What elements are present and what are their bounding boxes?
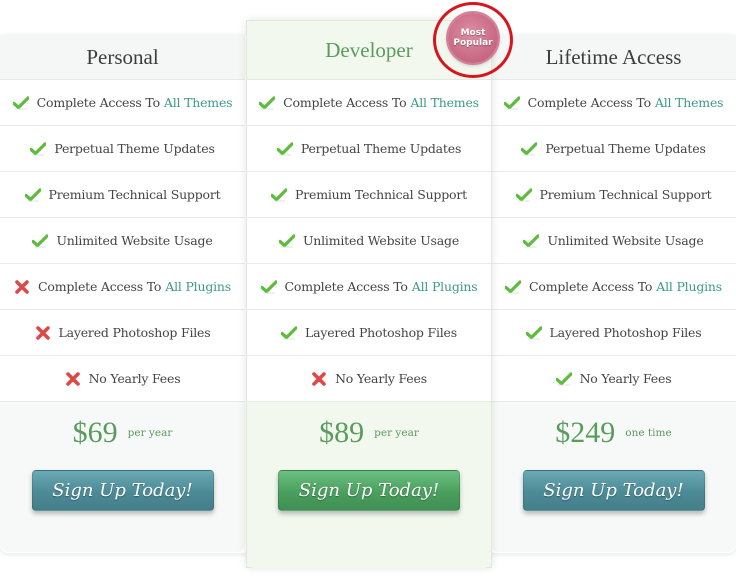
most-popular-badge: Most Popular bbox=[433, 2, 513, 78]
feature-row: Premium Technical Support bbox=[491, 172, 736, 218]
badge-seal: Most Popular bbox=[448, 13, 498, 63]
feature-row: Unlimited Website Usage bbox=[491, 218, 736, 264]
feature-text: Perpetual Theme Updates bbox=[54, 141, 215, 156]
feature-text: Unlimited Website Usage bbox=[547, 233, 704, 248]
feature-text: Premium Technical Support bbox=[48, 187, 221, 202]
feature-text: Perpetual Theme Updates bbox=[300, 141, 462, 156]
feature-row: Perpetual Theme Updates bbox=[247, 126, 491, 172]
checkmark-icon bbox=[23, 187, 42, 202]
checkmark-icon bbox=[12, 95, 30, 110]
feature-link[interactable]: All Themes bbox=[410, 95, 479, 110]
checkmark-icon bbox=[31, 233, 50, 248]
feature-text: Complete Access To bbox=[527, 95, 651, 110]
checkmark-icon bbox=[258, 95, 276, 110]
checkmark-icon bbox=[554, 371, 573, 386]
checkmark-icon bbox=[270, 187, 288, 202]
checkmark-icon bbox=[503, 95, 521, 110]
feature-text: Complete Access To bbox=[36, 95, 160, 110]
feature-row: Premium Technical Support bbox=[0, 172, 245, 218]
feature-text: No Yearly Fees bbox=[335, 371, 427, 386]
sign-up-button[interactable]: Sign Up Today! bbox=[522, 470, 705, 511]
feature-text: Unlimited Website Usage bbox=[56, 233, 213, 248]
feature-row: Complete Access To All Themes bbox=[491, 80, 736, 126]
feature-row: Perpetual Theme Updates bbox=[0, 126, 245, 172]
plan-developer: Developer Complete Access To All Themes Pe… bbox=[246, 20, 492, 568]
feature-text: Complete Access To bbox=[284, 279, 408, 294]
feature-text: Complete Access To bbox=[283, 95, 407, 110]
cross-icon bbox=[311, 371, 327, 386]
price-area: $69 per year Sign Up Today! bbox=[0, 402, 245, 552]
feature-text: Layered Photoshop Files bbox=[58, 325, 211, 340]
feature-list: Complete Access To All Themes Perpetual Th… bbox=[491, 80, 736, 402]
feature-link[interactable]: All Themes bbox=[164, 95, 233, 110]
checkmark-icon bbox=[278, 233, 296, 248]
feature-row: Complete Access To All Themes bbox=[247, 80, 491, 126]
checkmark-icon bbox=[280, 325, 298, 340]
price-row: $69 per year bbox=[73, 416, 173, 452]
feature-row: Unlimited Website Usage bbox=[0, 218, 245, 264]
feature-row: Unlimited Website Usage bbox=[247, 218, 491, 264]
price-row: $249 one time bbox=[555, 416, 671, 452]
feature-row: Layered Photoshop Files bbox=[491, 310, 736, 356]
price-area: $249 one time Sign Up Today! bbox=[491, 402, 736, 552]
feature-text: No Yearly Fees bbox=[579, 371, 672, 386]
cross-icon bbox=[65, 371, 81, 386]
checkmark-icon bbox=[259, 279, 278, 294]
feature-text: No Yearly Fees bbox=[88, 371, 181, 386]
billing-period: per year bbox=[374, 427, 419, 439]
feature-link[interactable]: All Themes bbox=[655, 95, 724, 110]
sign-up-button[interactable]: Sign Up Today! bbox=[31, 470, 214, 511]
feature-row: Premium Technical Support bbox=[247, 172, 491, 218]
feature-link[interactable]: All Plugins bbox=[412, 279, 478, 294]
feature-list: Complete Access To All Themes Perpetual Th… bbox=[0, 80, 245, 402]
feature-text: Premium Technical Support bbox=[539, 187, 712, 202]
feature-row: Complete Access To All Plugins bbox=[0, 264, 245, 310]
feature-text: Layered Photoshop Files bbox=[305, 325, 457, 340]
price: $89 bbox=[319, 416, 365, 449]
checkmark-icon bbox=[504, 279, 522, 294]
price: $69 bbox=[72, 416, 118, 449]
checkmark-icon bbox=[514, 187, 533, 202]
feature-link[interactable]: All Plugins bbox=[165, 279, 231, 294]
feature-row: Complete Access To All Plugins bbox=[247, 264, 491, 310]
checkmark-icon bbox=[524, 325, 543, 340]
checkmark-icon bbox=[520, 141, 538, 156]
feature-text: Premium Technical Support bbox=[295, 187, 467, 202]
feature-link[interactable]: All Plugins bbox=[656, 279, 722, 294]
feature-text: Complete Access To bbox=[529, 279, 653, 294]
badge-line-1: Most bbox=[460, 28, 486, 38]
checkmark-icon bbox=[29, 141, 47, 156]
feature-row: No Yearly Fees bbox=[491, 356, 736, 402]
billing-period: per year bbox=[127, 427, 173, 439]
price: $249 bbox=[555, 416, 616, 449]
feature-text: Complete Access To bbox=[38, 279, 162, 294]
price-row: $89 per year bbox=[319, 416, 419, 452]
plan-personal: Personal Complete Access To All Themes Per… bbox=[0, 35, 245, 552]
feature-row: No Yearly Fees bbox=[247, 356, 491, 402]
feature-text: Layered Photoshop Files bbox=[549, 325, 702, 340]
feature-list: Complete Access To All Themes Perpetual Th… bbox=[247, 80, 491, 402]
feature-row: Complete Access To All Themes bbox=[0, 80, 245, 126]
feature-row: Perpetual Theme Updates bbox=[491, 126, 736, 172]
checkmark-icon bbox=[522, 233, 541, 248]
price-area: $89 per year Sign Up Today! bbox=[247, 402, 491, 568]
badge-line-2: Popular bbox=[453, 38, 493, 48]
feature-row: No Yearly Fees bbox=[0, 356, 245, 402]
plan-lifetime-access: Lifetime Access Complete Access To All Th… bbox=[491, 35, 736, 552]
plan-title: Personal bbox=[0, 35, 245, 80]
sign-up-button[interactable]: Sign Up Today! bbox=[278, 470, 460, 511]
cross-icon bbox=[35, 325, 51, 340]
feature-text: Unlimited Website Usage bbox=[302, 233, 460, 248]
cross-icon bbox=[14, 279, 30, 294]
feature-row: Complete Access To All Plugins bbox=[491, 264, 736, 310]
feature-row: Layered Photoshop Files bbox=[247, 310, 491, 356]
plan-title: Lifetime Access bbox=[491, 35, 736, 80]
feature-row: Layered Photoshop Files bbox=[0, 310, 245, 356]
feature-text: Perpetual Theme Updates bbox=[545, 141, 706, 156]
checkmark-icon bbox=[276, 141, 294, 156]
billing-period: one time bbox=[625, 427, 672, 439]
